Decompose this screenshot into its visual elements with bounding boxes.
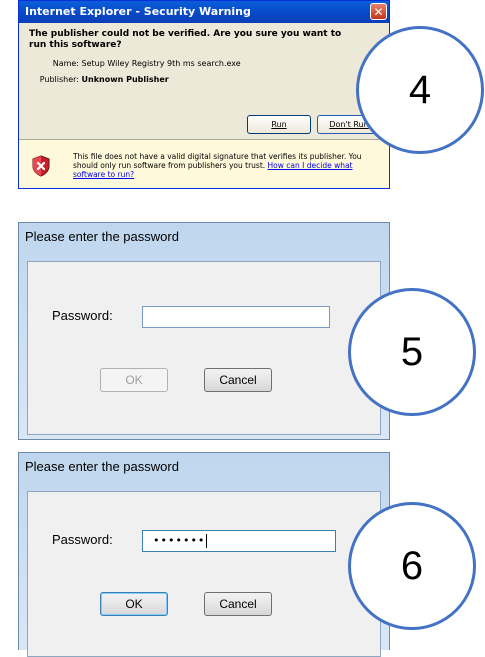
ie-warning-text: This file does not have a valid digital … [73, 152, 373, 179]
password-label: Password: [52, 532, 113, 547]
step-number-6: 6 [348, 502, 476, 630]
step-number-4: 4 [356, 26, 484, 154]
password-input[interactable]: ••••••• [142, 530, 336, 552]
password-label: Password: [52, 308, 113, 323]
text-caret [206, 534, 208, 548]
dialog-client-area: Password: OK Cancel [27, 261, 381, 435]
ie-publisher-row: Publisher: Unknown Publisher [29, 75, 379, 85]
ie-titlebar: Internet Explorer - Security Warning ✕ [19, 1, 389, 23]
ok-button[interactable]: OK [100, 592, 168, 616]
ie-security-warning-dialog: Internet Explorer - Security Warning ✕ T… [18, 0, 390, 189]
ie-warning-panel: This file does not have a valid digital … [19, 140, 389, 188]
publisher-label: Publisher: [39, 75, 79, 84]
close-icon[interactable]: ✕ [370, 3, 387, 20]
dialog-title: Please enter the password [25, 459, 179, 474]
password-dialog-filled: Please enter the password Password: ••••… [18, 452, 390, 657]
name-value: Setup Wiley Registry 9th ms search.exe [81, 59, 241, 68]
run-button[interactable]: Run [247, 115, 311, 134]
ok-button[interactable]: OK [100, 368, 168, 392]
password-input[interactable] [142, 306, 330, 328]
ie-window-title: Internet Explorer - Security Warning [25, 5, 251, 18]
step-number-5: 5 [348, 288, 476, 416]
cancel-button[interactable]: Cancel [204, 592, 272, 616]
ie-name-row: Name: Setup Wiley Registry 9th ms search… [29, 59, 379, 69]
cancel-button[interactable]: Cancel [204, 368, 272, 392]
dialog-title: Please enter the password [25, 229, 179, 244]
publisher-value: Unknown Publisher [81, 75, 169, 84]
password-mask: ••••••• [153, 534, 206, 547]
dialog-client-area: Password: ••••••• OK Cancel [27, 491, 381, 657]
ie-body: The publisher could not be verified. Are… [19, 23, 389, 85]
shield-icon [32, 155, 50, 177]
ie-question-text: The publisher could not be verified. Are… [29, 29, 342, 50]
name-label: Name: [52, 59, 79, 68]
password-dialog-empty: Please enter the password Password: OK C… [18, 222, 390, 440]
